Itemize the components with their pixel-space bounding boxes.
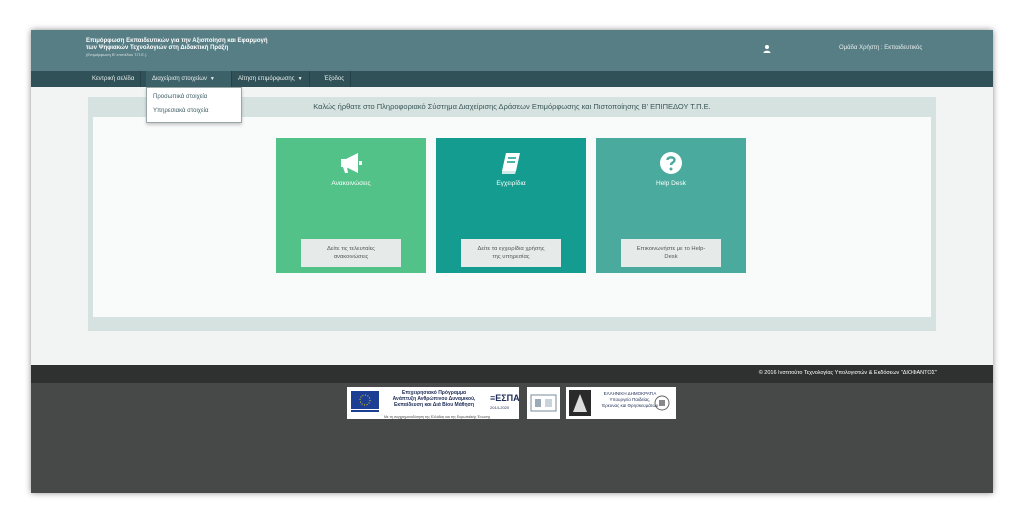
espa-program-text: Επιχειρησιακό Πρόγραμμα Ανάπτυξη Ανθρώπι… <box>384 390 484 408</box>
card-help-desk: Help Desk Επικοινωνήστε με το Help- Desk <box>596 138 746 273</box>
help-desk-button[interactable]: Επικοινωνήστε με το Help- Desk <box>621 239 721 267</box>
user-icon[interactable] <box>762 44 772 54</box>
nav-data-management[interactable]: Διαχείριση στοιχείων ▼ <box>146 71 232 87</box>
data-management-dropdown: Προσωπικά στοιχεία Υπηρεσιακά στοιχεία <box>146 87 242 123</box>
nav-training-application[interactable]: Αίτηση επιμόρφωσης ▼ <box>232 71 310 87</box>
nav-data-management-label: Διαχείριση στοιχείων <box>152 76 207 82</box>
greek-seal-icon <box>654 395 670 411</box>
question-circle-icon <box>660 152 682 174</box>
card-announcements-title: Ανακοινώσεις <box>331 180 371 187</box>
nav-logout-label: Έξοδος <box>324 76 345 82</box>
espa-cofunding-text: Με τη συγχρηματοδότηση της Ελλάδας και τ… <box>384 415 491 419</box>
ministry-logo: ΕΛΛΗΝΙΚΗ ΔΗΜΟΚΡΑΤΙΑ Υπουργείο Παιδείας, … <box>566 387 676 419</box>
footer-bar: © 2016 Ινστιτούτο Τεχνολογίας Υπολογιστώ… <box>31 365 993 383</box>
espa-mark: ≡ΕΣΠΑ <box>490 393 520 403</box>
caret-down-icon: ▼ <box>297 76 303 82</box>
announcements-button-line2: ανακοινώσεις <box>333 254 369 260</box>
announcements-button[interactable]: Δείτε τις τελευταίες ανακοινώσεις <box>301 239 401 267</box>
header: Επιμόρφωση Εκπαιδευτικών για την Αξιοποί… <box>31 30 993 71</box>
brand-title-line1: Επιμόρφωση Εκπαιδευτικών για την Αξιοποί… <box>86 38 268 44</box>
manuals-button-line2: της υπηρεσίας <box>492 254 530 260</box>
manuals-button-line1: Δείτε τα εγχειρίδια χρήσης <box>477 246 545 252</box>
caret-down-icon: ▼ <box>209 76 215 82</box>
card-manuals: Εγχειρίδια Δείτε τα εγχειρίδια χρήσης τη… <box>436 138 586 273</box>
nav-logout[interactable]: Έξοδος <box>318 71 352 87</box>
main-nav: Κεντρική σελίδα Διαχείριση στοιχείων ▼ Αί… <box>31 71 993 87</box>
espa-years: 2014-2020 <box>490 405 510 410</box>
megaphone-icon <box>341 153 362 173</box>
cti-emblem-icon <box>530 394 557 412</box>
brand-subtitle: (Επιμόρφωση Β' επιπέδου Τ.Π.Ε.) <box>86 52 147 57</box>
card-announcements: Ανακοινώσεις Δείτε τις τελευταίες ανακοι… <box>276 138 426 273</box>
book-icon <box>502 153 520 174</box>
site-brand[interactable]: Επιμόρφωση Εκπαιδευτικών για την Αξιοποί… <box>86 38 268 58</box>
nav-home-label: Κεντρική σελίδα <box>92 76 135 82</box>
app-window: Επιμόρφωση Εκπαιδευτικών για την Αξιοποί… <box>31 30 993 493</box>
help-desk-button-line2: Desk <box>664 254 678 260</box>
card-manuals-title: Εγχειρίδια <box>496 180 526 187</box>
brand-title-line2: των Ψηφιακών Τεχνολογιών στη Διδακτική Π… <box>86 45 229 51</box>
announcements-button-line1: Δείτε τις τελευταίες <box>327 246 375 252</box>
cti-logo <box>527 387 560 419</box>
card-help-desk-title: Help Desk <box>656 180 686 187</box>
dropdown-item-service[interactable]: Υπηρεσιακά στοιχεία <box>147 104 241 118</box>
user-role-label[interactable]: Ομάδα Χρήστη : Εκπαιδευτικός <box>839 45 922 51</box>
footer-logos-area: Επιχειρησιακό Πρόγραμμα Ανάπτυξη Ανθρώπι… <box>31 383 993 493</box>
copyright-text: © 2016 Ινστιτούτο Τεχνολογίας Υπολογιστώ… <box>758 370 937 376</box>
espa-logo: Επιχειρησιακό Πρόγραμμα Ανάπτυξη Ανθρώπι… <box>347 387 520 419</box>
nav-training-application-label: Αίτηση επιμόρφωσης <box>238 76 295 82</box>
manuals-button[interactable]: Δείτε τα εγχειρίδια χρήσης της υπηρεσίας <box>461 239 561 267</box>
dropdown-item-personal[interactable]: Προσωπικά στοιχεία <box>147 90 241 104</box>
nav-home[interactable]: Κεντρική σελίδα <box>86 71 142 87</box>
espa-program-line3: Εκπαίδευση και Διά Βίου Μάθηση <box>393 402 474 408</box>
help-desk-button-line1: Επικοινωνήστε με το Help- <box>636 246 706 252</box>
ministry-emblem-icon <box>569 390 591 416</box>
eu-flag-icon <box>351 391 379 412</box>
